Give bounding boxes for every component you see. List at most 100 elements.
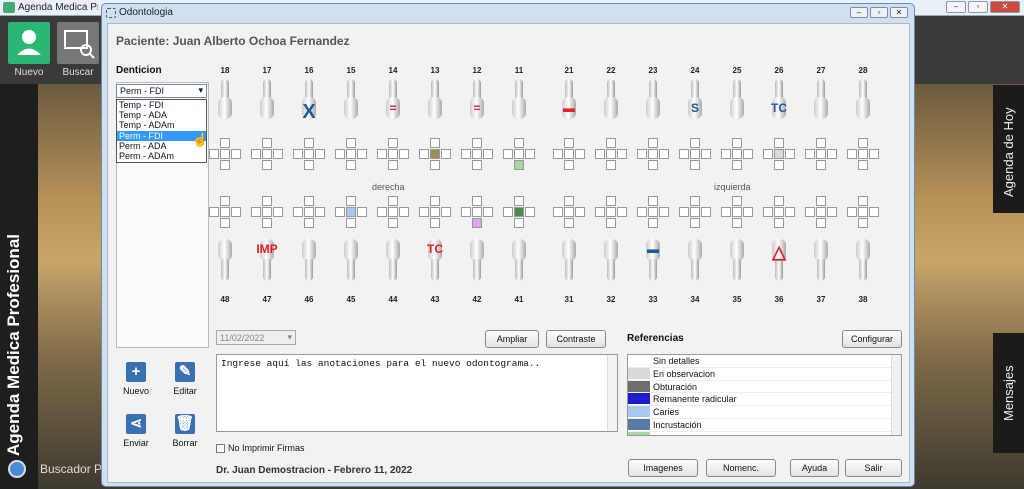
configurar-button[interactable]: Configurar: [842, 330, 902, 348]
tooth-surface[interactable]: [606, 218, 616, 228]
tooth-surface[interactable]: [679, 149, 689, 159]
tooth-surface[interactable]: [304, 149, 314, 159]
tooth-surface[interactable]: [659, 207, 669, 217]
tooth-surface[interactable]: [220, 160, 230, 170]
tooth-surface[interactable]: [869, 207, 879, 217]
tooth-surface[interactable]: [606, 196, 616, 206]
tooth-surface[interactable]: [346, 160, 356, 170]
tooth-surface[interactable]: [732, 207, 742, 217]
tooth-surface[interactable]: [774, 207, 784, 217]
tooth-surface[interactable]: [659, 149, 669, 159]
tooth-surface[interactable]: [346, 207, 356, 217]
tooth-upper[interactable]: [641, 79, 665, 121]
tooth-surface[interactable]: [419, 207, 429, 217]
no-imprimir-checkbox[interactable]: No Imprimir Firmas: [216, 443, 305, 453]
tooth-surface[interactable]: [827, 207, 837, 217]
tooth-surface[interactable]: [483, 207, 493, 217]
tooth-surface[interactable]: [472, 218, 482, 228]
tooth-surface[interactable]: [430, 196, 440, 206]
tooth-surface[interactable]: [514, 218, 524, 228]
tooth-surface[interactable]: [388, 138, 398, 148]
tooth-lower[interactable]: [465, 239, 489, 281]
tooth-surface[interactable]: [732, 160, 742, 170]
tooth-lower[interactable]: [851, 239, 875, 281]
tooth-surface[interactable]: [388, 218, 398, 228]
tooth-surface[interactable]: [441, 207, 451, 217]
tooth-surface[interactable]: [441, 149, 451, 159]
tooth-surface[interactable]: [514, 160, 524, 170]
tooth-surface[interactable]: [377, 149, 387, 159]
tooth-surface[interactable]: [262, 196, 272, 206]
tooth-surface[interactable]: [564, 218, 574, 228]
tooth-upper[interactable]: [809, 79, 833, 121]
tooth-surface[interactable]: [304, 138, 314, 148]
tooth-surface[interactable]: [785, 207, 795, 217]
referencia-row[interactable]: Caries: [628, 406, 901, 419]
tooth-surface[interactable]: [648, 196, 658, 206]
ampliar-button[interactable]: Ampliar: [485, 330, 539, 348]
tooth-surface[interactable]: [575, 207, 585, 217]
tooth-lower[interactable]: [339, 239, 363, 281]
referencia-row[interactable]: [628, 431, 901, 435]
tooth-surface[interactable]: [617, 149, 627, 159]
tooth-surface[interactable]: [472, 149, 482, 159]
tooth-surface[interactable]: [679, 207, 689, 217]
tooth-surface[interactable]: [847, 207, 857, 217]
tooth-surface[interactable]: [847, 149, 857, 159]
tooth-surface[interactable]: [637, 149, 647, 159]
editar-button[interactable]: ✎ Editar: [165, 362, 205, 396]
window-minimize-button[interactable]: –: [850, 7, 868, 18]
tooth-surface[interactable]: [606, 149, 616, 159]
denticion-option[interactable]: Temp - FDI: [117, 100, 206, 110]
tooth-surface[interactable]: [293, 149, 303, 159]
tooth-surface[interactable]: [231, 149, 241, 159]
borrar-button[interactable]: 🗑 Borrar: [165, 414, 205, 448]
tooth-surface[interactable]: [315, 207, 325, 217]
tooth-surface[interactable]: [503, 207, 513, 217]
denticion-option[interactable]: Perm - ADAm: [117, 151, 206, 161]
tooth-lower[interactable]: [213, 239, 237, 281]
tooth-surface[interactable]: [827, 149, 837, 159]
tooth-surface[interactable]: [503, 149, 513, 159]
tooth-surface[interactable]: [357, 149, 367, 159]
tooth-surface[interactable]: [262, 149, 272, 159]
tooth-surface[interactable]: [388, 149, 398, 159]
tooth-upper[interactable]: [851, 79, 875, 121]
tooth-surface[interactable]: [472, 160, 482, 170]
tooth-lower[interactable]: [809, 239, 833, 281]
tooth-surface[interactable]: [690, 149, 700, 159]
tooth-surface[interactable]: [595, 149, 605, 159]
tooth-surface[interactable]: [220, 149, 230, 159]
agenda-hoy-tab[interactable]: Agenda de Hoy: [993, 85, 1024, 213]
tooth-surface[interactable]: [514, 207, 524, 217]
tooth-lower[interactable]: [725, 239, 749, 281]
tooth-surface[interactable]: [690, 218, 700, 228]
tooth-surface[interactable]: [346, 196, 356, 206]
tooth-lower[interactable]: [599, 239, 623, 281]
tooth-surface[interactable]: [743, 207, 753, 217]
window-maximize-button[interactable]: ▫: [870, 7, 888, 18]
close-button[interactable]: ✕: [990, 1, 1020, 13]
tooth-surface[interactable]: [430, 207, 440, 217]
tooth-surface[interactable]: [805, 149, 815, 159]
nuevo-action-button[interactable]: + Nuevo: [116, 362, 156, 396]
tooth-surface[interactable]: [388, 196, 398, 206]
tooth-surface[interactable]: [346, 149, 356, 159]
tooth-surface[interactable]: [690, 207, 700, 217]
tooth-surface[interactable]: [461, 207, 471, 217]
contraste-button[interactable]: Contraste: [546, 330, 606, 348]
tooth-surface[interactable]: [304, 207, 314, 217]
tooth-surface[interactable]: [690, 160, 700, 170]
tooth-surface[interactable]: [606, 160, 616, 170]
referencia-row[interactable]: En observacion: [628, 367, 901, 381]
tooth-upper[interactable]: [599, 79, 623, 121]
tooth-surface[interactable]: [525, 149, 535, 159]
new-patient-button[interactable]: [8, 22, 50, 64]
tooth-surface[interactable]: [595, 207, 605, 217]
tooth-surface[interactable]: [816, 138, 826, 148]
referencia-row[interactable]: Remanente radicular: [628, 393, 901, 407]
tooth-surface[interactable]: [357, 207, 367, 217]
date-picker[interactable]: 11/02/2022: [216, 330, 296, 345]
tooth-surface[interactable]: [763, 149, 773, 159]
denticion-select[interactable]: Perm - FDI: [116, 84, 207, 98]
